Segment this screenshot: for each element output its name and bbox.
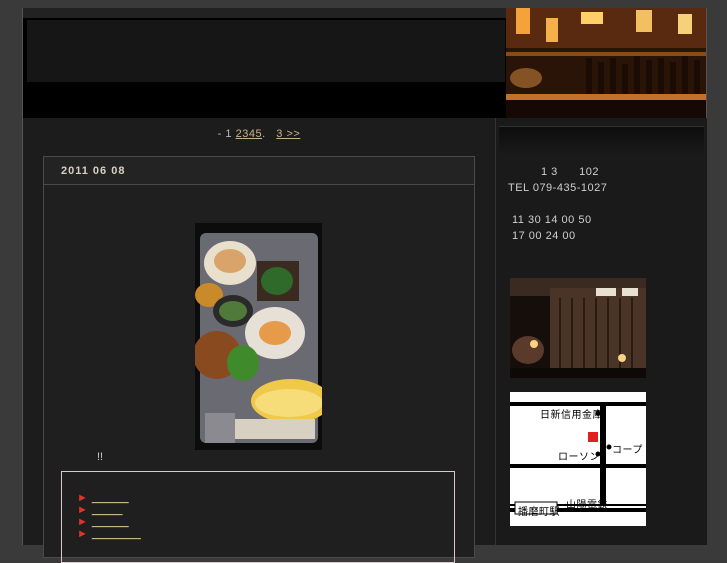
map-label-coop: コープ bbox=[612, 445, 643, 456]
sidebar-header-bar bbox=[499, 126, 704, 155]
pager-separator: . bbox=[262, 128, 266, 140]
related-link-item: ► _____ bbox=[77, 504, 454, 516]
post-food-photo bbox=[195, 223, 322, 450]
post-date: 2011 06 08 bbox=[44, 157, 474, 185]
related-link-3[interactable]: ______ bbox=[92, 516, 129, 528]
pager-page-3[interactable]: 3 bbox=[242, 128, 249, 140]
header-bar-photo bbox=[506, 8, 706, 118]
post-body-text: !! bbox=[97, 451, 104, 463]
storefront-photo bbox=[510, 278, 646, 378]
sidebar: 1 3 102 TEL 079-435-1027 11 30 14 00 50 … bbox=[495, 118, 707, 545]
related-link-item: ► ______ bbox=[77, 492, 454, 504]
page-frame: - 1 2345. 3 >> 2011 06 08 !! ► ______ ► … bbox=[22, 8, 707, 563]
bullet-arrow-icon: ► bbox=[77, 492, 88, 504]
bullet-arrow-icon: ► bbox=[77, 516, 88, 528]
map-label-lawson: ローソン bbox=[558, 452, 600, 463]
related-link-2[interactable]: _____ bbox=[92, 504, 123, 516]
bullet-arrow-icon: ► bbox=[77, 528, 88, 540]
related-link-4[interactable]: ________ bbox=[92, 528, 141, 540]
main-content: - 1 2345. 3 >> 2011 06 08 !! ► ______ ► … bbox=[23, 118, 495, 563]
related-link-1[interactable]: ______ bbox=[92, 492, 129, 504]
shop-telephone: TEL 079-435-1027 bbox=[508, 182, 608, 194]
map-label-bank: 日新信用金庫 bbox=[540, 410, 603, 421]
blog-post: 2011 06 08 !! ► ______ ► _____ ► ______ … bbox=[43, 156, 475, 563]
header-title-area bbox=[27, 20, 505, 82]
post-related-links: ► ______ ► _____ ► ______ ► ________ bbox=[61, 471, 455, 563]
map-label-station: 播磨町駅 bbox=[518, 507, 560, 518]
map-label-railway: 山陽電鉄 bbox=[566, 500, 608, 511]
related-link-item: ► ________ bbox=[77, 528, 454, 540]
pagination: - 1 2345. 3 >> bbox=[23, 128, 495, 140]
access-map: 日新信用金庫 ローソン コープ 山陽電鉄 播磨町駅 bbox=[510, 392, 646, 526]
pager-next-link[interactable]: 3 >> bbox=[276, 128, 300, 140]
shop-hours-lunch: 11 30 14 00 50 bbox=[512, 214, 592, 226]
bullet-arrow-icon: ► bbox=[77, 504, 88, 516]
related-link-item: ► ______ bbox=[77, 516, 454, 528]
shop-hours-dinner: 17 00 24 00 bbox=[512, 230, 576, 242]
shop-address: 1 3 102 bbox=[541, 166, 599, 178]
pager-current: - 1 bbox=[217, 128, 232, 140]
site-header bbox=[23, 8, 706, 118]
